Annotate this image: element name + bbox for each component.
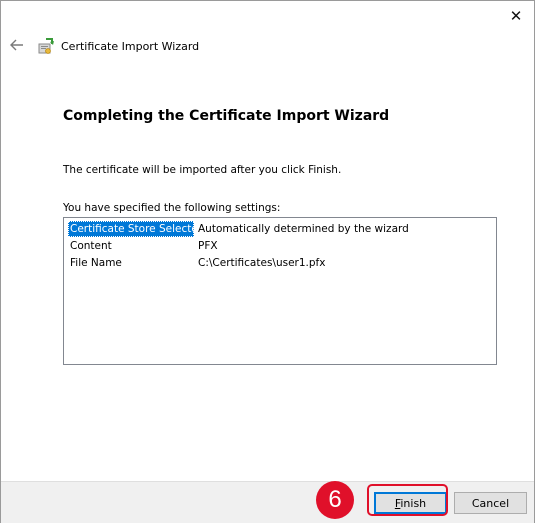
- settings-key: Content: [70, 240, 112, 252]
- settings-row[interactable]: Certificate Store Selected Automatically…: [68, 221, 409, 237]
- close-icon: ✕: [509, 7, 523, 25]
- back-button[interactable]: [7, 35, 27, 55]
- settings-key: Certificate Store Selected: [68, 221, 205, 237]
- info-text: The certificate will be imported after y…: [63, 164, 342, 176]
- finish-button[interactable]: Finish: [374, 492, 447, 514]
- settings-label: You have specified the following setting…: [63, 202, 281, 214]
- close-button[interactable]: ✕: [502, 4, 530, 28]
- wizard-window: ✕ Certificate Import Wizard Completing t…: [0, 0, 535, 523]
- settings-row[interactable]: Content PFX: [68, 238, 218, 254]
- settings-row[interactable]: File Name C:\Certificates\user1.pfx: [68, 255, 325, 271]
- step-number-badge: 6: [316, 481, 354, 519]
- settings-value: Automatically determined by the wizard: [198, 223, 409, 235]
- wizard-titlebar: Certificate Import Wizard: [37, 37, 199, 55]
- button-bar: Finish Cancel: [1, 481, 534, 523]
- settings-key: File Name: [70, 257, 122, 269]
- certificate-wizard-icon: [38, 38, 54, 54]
- settings-value: PFX: [198, 240, 218, 252]
- settings-value: C:\Certificates\user1.pfx: [198, 257, 326, 269]
- page-heading: Completing the Certificate Import Wizard: [63, 108, 390, 124]
- arrow-left-icon: [10, 39, 23, 51]
- settings-list[interactable]: Certificate Store Selected Automatically…: [63, 217, 497, 365]
- cancel-label: Cancel: [471, 496, 510, 510]
- finish-label: Finish: [394, 496, 427, 510]
- cancel-button[interactable]: Cancel: [454, 492, 527, 514]
- window-title: Certificate Import Wizard: [61, 39, 200, 53]
